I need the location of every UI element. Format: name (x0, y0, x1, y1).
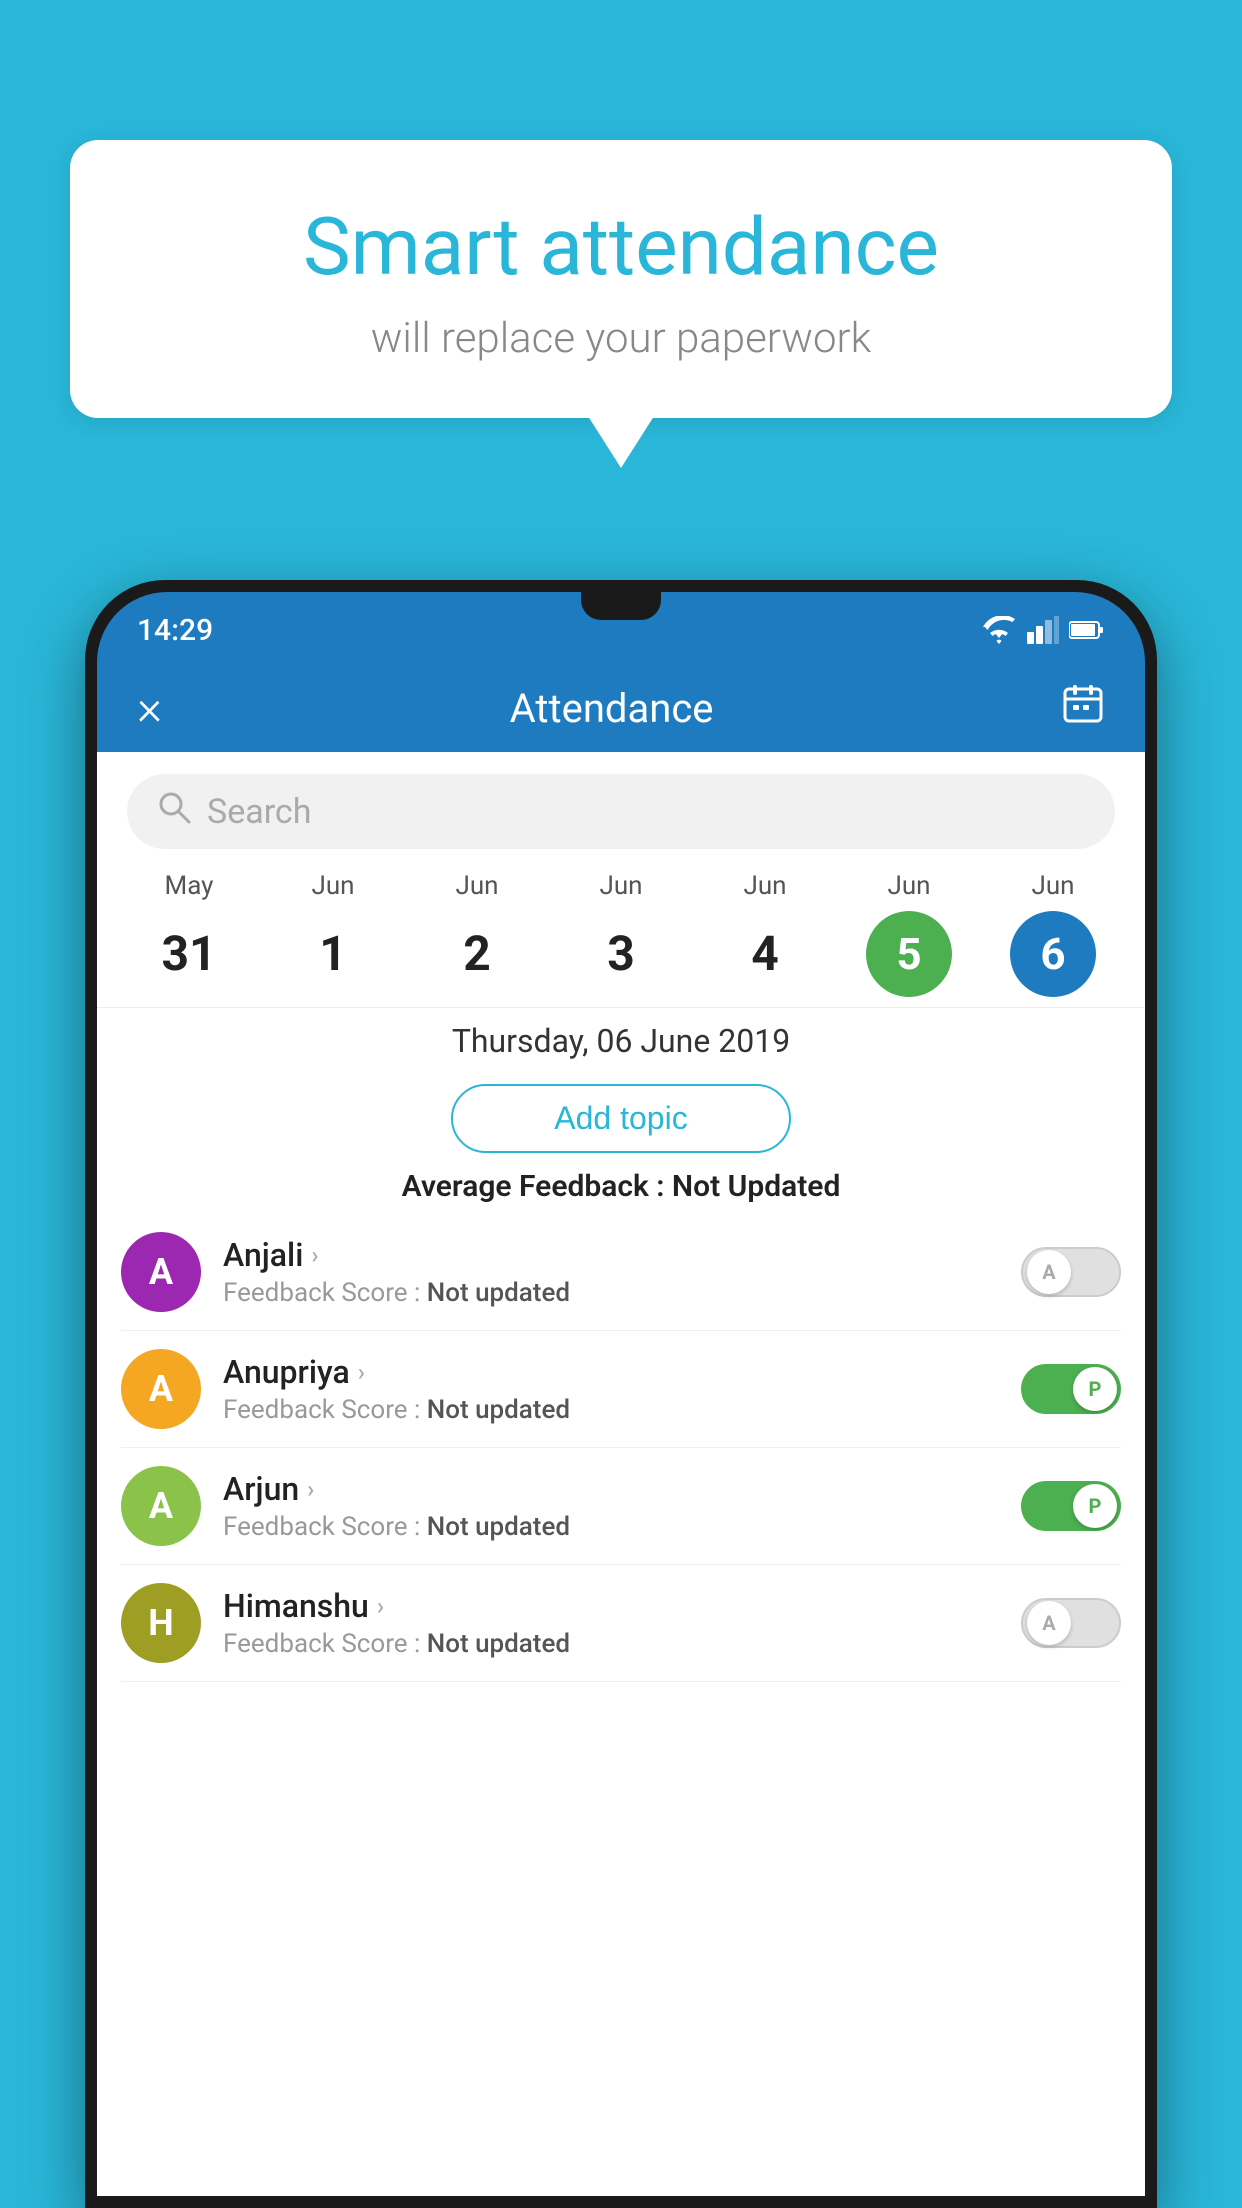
status-time: 14:29 (137, 613, 213, 648)
avatar: A (121, 1349, 201, 1429)
feedback-score: Feedback Score : Not updated (223, 1278, 999, 1308)
chevron-icon: › (358, 1358, 365, 1386)
avg-feedback-label: Average Feedback : (402, 1169, 665, 1204)
attendance-toggle[interactable]: A (1021, 1247, 1121, 1297)
student-item[interactable]: A Arjun › Feedback Score : Not updated P (121, 1448, 1121, 1565)
feedback-score: Feedback Score : Not updated (223, 1629, 999, 1659)
feedback-score: Feedback Score : Not updated (223, 1395, 999, 1425)
avg-feedback-value: Not Updated (672, 1169, 840, 1204)
date-cell-6[interactable]: Jun6 (981, 871, 1125, 997)
student-name: Anupriya › (223, 1353, 999, 1391)
status-icons (981, 616, 1105, 644)
date-cell-2[interactable]: Jun2 (405, 871, 549, 997)
screen-content: Search May31Jun1Jun2Jun3Jun4Jun5Jun6 Thu… (97, 752, 1145, 2196)
search-input[interactable]: Search (207, 792, 311, 832)
wifi-icon (981, 616, 1017, 644)
chevron-icon: › (311, 1241, 318, 1269)
student-item[interactable]: A Anjali › Feedback Score : Not updated A (121, 1214, 1121, 1331)
student-name: Anjali › (223, 1236, 999, 1274)
toggle-knob: A (1027, 1250, 1071, 1294)
student-item[interactable]: A Anupriya › Feedback Score : Not updated P (121, 1331, 1121, 1448)
date-cell-3[interactable]: Jun3 (549, 871, 693, 997)
speech-bubble: Smart attendance will replace your paper… (70, 140, 1172, 418)
attendance-toggle[interactable]: A (1021, 1598, 1121, 1648)
student-item[interactable]: H Himanshu › Feedback Score : Not updated A (121, 1565, 1121, 1682)
avatar: H (121, 1583, 201, 1663)
selected-date-label: Thursday, 06 June 2019 (97, 1007, 1145, 1068)
close-button[interactable]: × (137, 684, 162, 732)
signal-icon (1027, 616, 1059, 644)
toggle-knob: A (1027, 1601, 1071, 1645)
bubble-title: Smart attendance (120, 200, 1122, 294)
date-cell-5[interactable]: Jun5 (837, 871, 981, 997)
bubble-subtitle: will replace your paperwork (120, 314, 1122, 363)
date-row: May31Jun1Jun2Jun3Jun4Jun5Jun6 (97, 871, 1145, 997)
attendance-toggle[interactable]: P (1021, 1481, 1121, 1531)
toggle-knob: P (1073, 1484, 1117, 1528)
date-cell-31[interactable]: May31 (117, 871, 261, 997)
chevron-icon: › (307, 1475, 314, 1503)
avatar: A (121, 1466, 201, 1546)
chevron-icon: › (377, 1592, 384, 1620)
add-topic-button[interactable]: Add topic (451, 1084, 791, 1153)
avg-feedback: Average Feedback : Not Updated (97, 1169, 1145, 1204)
student-name: Himanshu › (223, 1587, 999, 1625)
attendance-toggle[interactable]: P (1021, 1364, 1121, 1414)
feedback-score: Feedback Score : Not updated (223, 1512, 999, 1542)
student-list: AAnjali ›Feedback Score : Not updatedAAA… (97, 1214, 1145, 1682)
student-name: Arjun › (223, 1470, 999, 1508)
date-cell-4[interactable]: Jun4 (693, 871, 837, 997)
app-title: Attendance (510, 685, 714, 732)
search-icon (157, 790, 191, 833)
battery-icon (1069, 620, 1105, 640)
toggle-knob: P (1073, 1367, 1117, 1411)
app-header: × Attendance (97, 664, 1145, 752)
phone-notch (581, 592, 661, 620)
calendar-button[interactable] (1061, 681, 1105, 735)
avatar: A (121, 1232, 201, 1312)
date-cell-1[interactable]: Jun1 (261, 871, 405, 997)
search-bar[interactable]: Search (127, 774, 1115, 849)
phone-frame: 14:29 (85, 580, 1157, 2208)
